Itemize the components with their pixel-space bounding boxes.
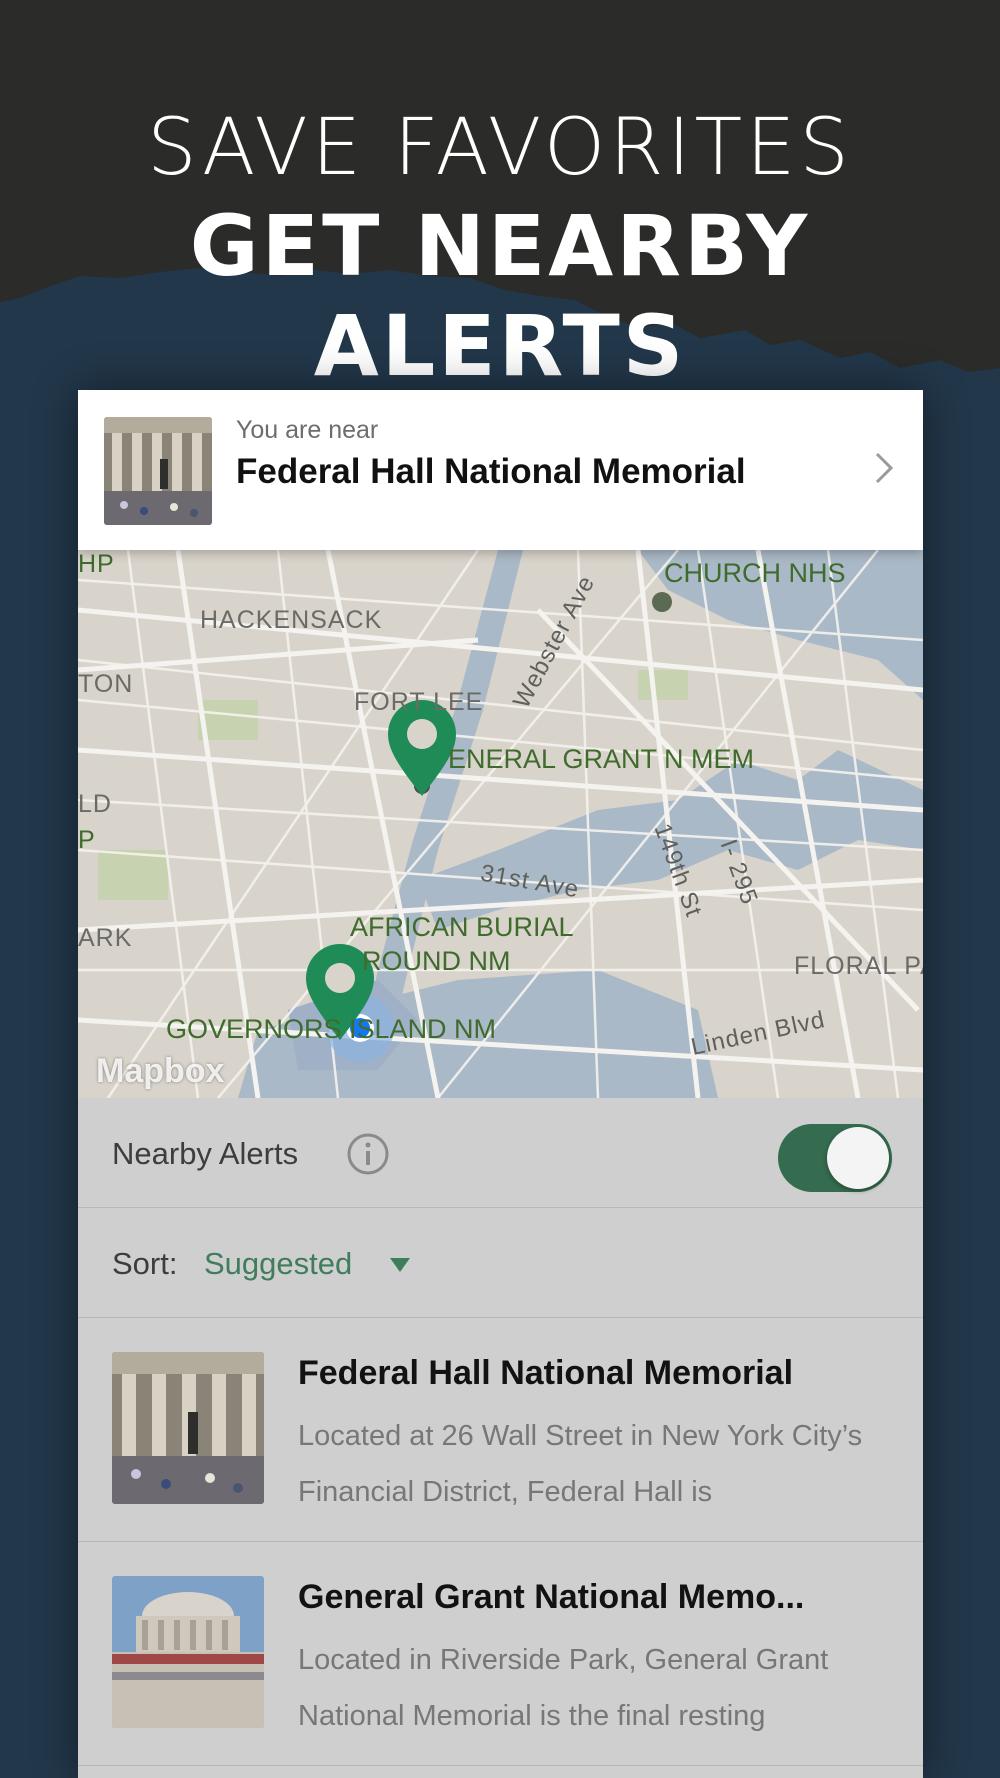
list-item-description: Located in Riverside Park, General Grant… [298,1644,829,1732]
hero-line-nearby-alerts: GET NEARBY ALERTS [189,197,811,395]
info-icon[interactable] [346,1132,390,1176]
list-item-title: Federal Hall National Memorial [298,1354,794,1392]
map-label-african-burial-2: ROUND NM [362,946,511,976]
chevron-right-icon[interactable] [871,448,897,488]
sort-dropdown[interactable]: Suggested [204,1246,352,1282]
sort-label: Sort: [112,1246,178,1281]
map-label-governors-island: GOVERNORS ISLAND NM [166,1014,497,1044]
map-label-p: P [78,826,96,854]
nearby-place-card[interactable]: You are near Federal Hall National Memor… [78,390,923,550]
map-label-church: CHURCH NHS [664,558,846,588]
toggle-knob [827,1127,889,1189]
general-grant-image [112,1576,264,1728]
nearby-place-title: Federal Hall National Memorial [236,452,746,491]
mapbox-attribution[interactable]: Mapbox [96,1052,224,1091]
map-label-hp: HP [78,550,115,578]
hero-headline: SAVE FAVORITES GET NEARBY ALERTS [0,100,1000,396]
map-label-ld: LD [78,790,112,818]
list-item[interactable]: Federal Hall National Memorial Located a… [78,1318,923,1542]
map-label-fort-lee: FORT LEE [354,688,484,716]
map-label-hackensack: HACKENSACK [200,606,383,634]
federal-hall-thumbnail [104,417,212,525]
federal-hall-image [112,1352,264,1504]
nearby-alerts-row: Nearby Alerts [78,1098,923,1208]
map-view[interactable]: HP CHURCH NHS HACKENSACK TON FORT LEE We… [78,550,923,1098]
map-label-ton: TON [78,670,134,698]
nearby-alerts-label: Nearby Alerts [112,1136,299,1171]
map-label-ark: ARK [78,924,133,952]
map-label-floral-park: FLORAL PA [794,952,923,980]
map-label-african-burial-1: AFRICAN BURIAL [350,912,574,942]
map-label-general-grant: ENERAL GRANT N MEM [448,744,755,774]
you-are-near-label: You are near [236,416,379,444]
list-item-title: General Grant National Memo... [298,1578,805,1616]
list-item-description: Located at 26 Wall Street in New York Ci… [298,1420,863,1508]
hero-line-save-favorites: SAVE FAVORITES [147,103,853,193]
caret-down-icon[interactable] [390,1258,410,1272]
nearby-alerts-toggle[interactable] [778,1124,892,1192]
app-screen: You are near Federal Hall National Memor… [78,390,923,1778]
list-item[interactable]: General Grant National Memo... Located i… [78,1542,923,1766]
sort-row: Sort: Suggested [78,1208,923,1318]
